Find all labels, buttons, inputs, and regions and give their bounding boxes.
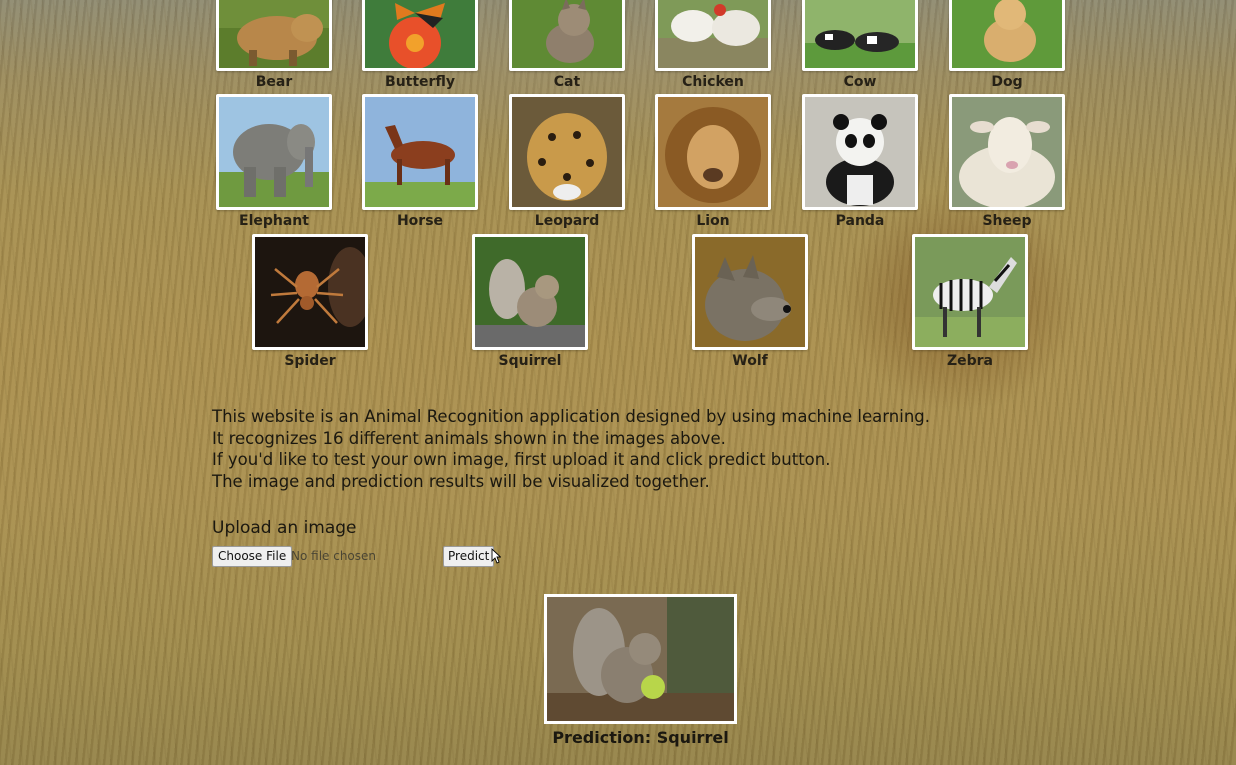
animal-label: Elephant bbox=[239, 213, 309, 229]
animal-label: Wolf bbox=[732, 353, 768, 369]
animal-label: Cat bbox=[553, 74, 581, 90]
panda-image bbox=[802, 94, 918, 210]
prediction-result: Prediction: Squirrel bbox=[544, 594, 737, 747]
cat-image bbox=[509, 0, 625, 71]
wolf-image bbox=[692, 234, 808, 350]
animal-label: Bear bbox=[255, 74, 293, 90]
animal-card-spider: Spider bbox=[252, 234, 368, 370]
description-line: The image and prediction results will be… bbox=[212, 471, 710, 491]
animal-label: Sheep bbox=[982, 213, 1032, 229]
animal-card-panda: Panda bbox=[802, 94, 918, 230]
sheep-image bbox=[949, 94, 1065, 210]
animal-card-cow: Cow bbox=[802, 0, 918, 91]
animal-label: Zebra bbox=[946, 353, 994, 369]
animal-label: Chicken bbox=[682, 74, 744, 90]
animal-label: Panda bbox=[835, 213, 885, 229]
animal-label: Dog bbox=[991, 74, 1023, 90]
animal-card-zebra: Zebra bbox=[912, 234, 1028, 370]
animal-card-chicken: Chicken bbox=[655, 0, 771, 91]
animal-card-wolf: Wolf bbox=[692, 234, 808, 370]
animal-label: Cow bbox=[843, 74, 877, 90]
spider-image bbox=[252, 234, 368, 350]
animal-card-squirrel: Squirrel bbox=[472, 234, 588, 370]
description-line: This website is an Animal Recognition ap… bbox=[212, 407, 930, 426]
leopard-image bbox=[509, 94, 625, 210]
animal-label: Butterfly bbox=[385, 74, 455, 90]
animal-card-dog: Dog bbox=[949, 0, 1065, 91]
bear-image bbox=[216, 0, 332, 71]
horse-image bbox=[362, 94, 478, 210]
elephant-image bbox=[216, 94, 332, 210]
squirrel-image bbox=[472, 234, 588, 350]
description-line: It recognizes 16 different animals shown… bbox=[212, 428, 726, 448]
animal-card-bear: Bear bbox=[216, 0, 332, 91]
lion-image bbox=[655, 94, 771, 210]
animal-label: Squirrel bbox=[498, 353, 562, 369]
chicken-image bbox=[655, 0, 771, 71]
app-description: This website is an Animal Recognition ap… bbox=[212, 406, 1012, 492]
predict-button[interactable]: Predict bbox=[443, 546, 495, 567]
choose-file-button[interactable]: Choose File bbox=[212, 546, 293, 567]
mouse-pointer-icon bbox=[491, 547, 502, 568]
prediction-text: Prediction: Squirrel bbox=[552, 728, 729, 747]
animal-card-lion: Lion bbox=[655, 94, 771, 230]
animal-card-horse: Horse bbox=[362, 94, 478, 230]
cow-image bbox=[802, 0, 918, 71]
zebra-image bbox=[912, 234, 1028, 350]
butterfly-image bbox=[362, 0, 478, 71]
animal-label: Spider bbox=[284, 353, 336, 369]
description-line: If you'd like to test your own image, fi… bbox=[212, 450, 831, 470]
animal-label: Leopard bbox=[534, 213, 600, 229]
file-status-text: No file chosen bbox=[291, 549, 377, 563]
animal-card-butterfly: Butterfly bbox=[362, 0, 478, 91]
animal-label: Horse bbox=[396, 213, 444, 229]
animal-card-cat: Cat bbox=[509, 0, 625, 91]
animal-card-leopard: Leopard bbox=[509, 94, 625, 230]
animal-card-elephant: Elephant bbox=[216, 94, 332, 230]
dog-image bbox=[949, 0, 1065, 71]
animal-card-sheep: Sheep bbox=[949, 94, 1065, 230]
animal-label: Lion bbox=[696, 213, 730, 229]
uploaded-image-preview bbox=[544, 594, 737, 724]
upload-heading: Upload an image bbox=[212, 518, 357, 538]
